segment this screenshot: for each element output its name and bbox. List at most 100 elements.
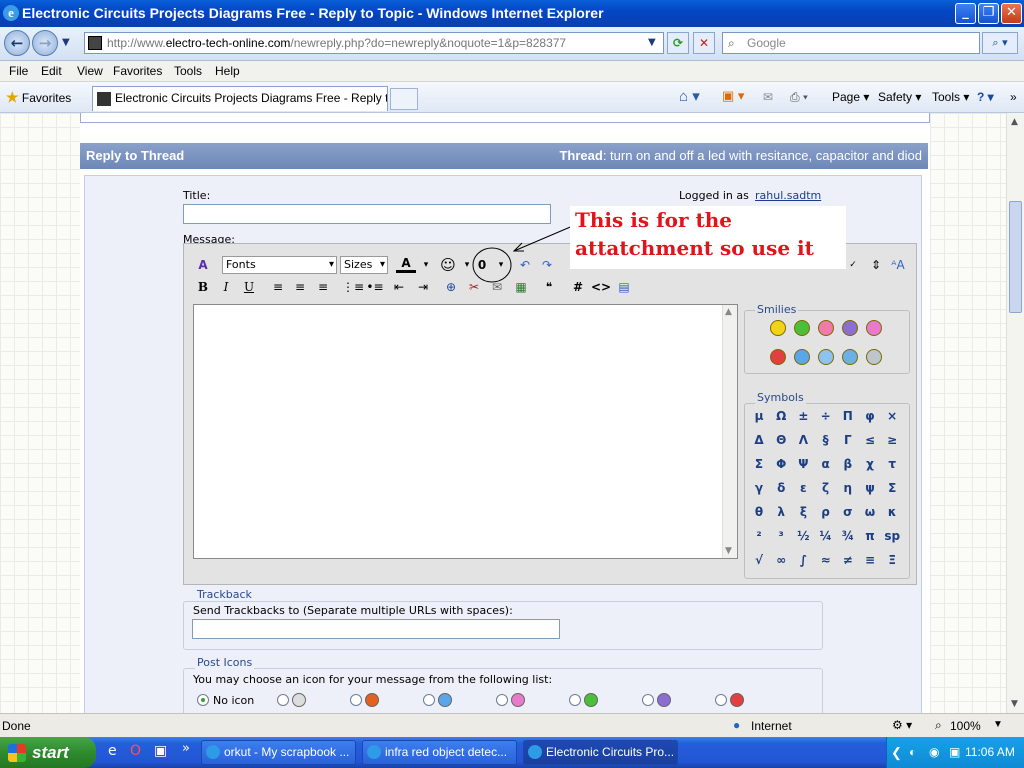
menu-favorites[interactable]: Favorites [113,64,162,78]
symbol-button[interactable]: ≈ [816,553,836,567]
menu-help[interactable]: Help [215,64,240,78]
smiley-icon[interactable] [770,320,786,336]
smiley-icon[interactable] [842,349,858,365]
text-color-dropdown-icon[interactable]: ▾ [416,255,436,275]
insert-html-icon[interactable]: <> [591,277,611,297]
scroll-up-icon[interactable]: ▲ [725,307,732,317]
symbol-button[interactable]: φ [860,409,880,423]
feeds-icon[interactable]: ▣ ▾ [722,88,744,104]
page-scroll-down-icon[interactable]: ▼ [1011,699,1018,709]
username-link[interactable]: rahul.sadtm [755,189,821,202]
symbol-button[interactable]: Ξ [882,553,902,567]
post-icon-radio[interactable] [496,694,508,706]
symbol-button[interactable]: ÷ [816,409,836,423]
symbol-button[interactable]: ≡ [860,553,880,567]
symbol-button[interactable]: τ [882,457,902,471]
align-center-icon[interactable]: ≡ [290,277,310,297]
page-scroll-thumb[interactable] [1009,201,1022,313]
url-input[interactable]: http://www.electro-tech-online.com/newre… [84,32,664,54]
message-textarea[interactable] [193,304,738,559]
symbol-button[interactable]: Ψ [793,457,813,471]
align-left-icon[interactable]: ≡ [268,277,288,297]
symbol-button[interactable]: ω [860,505,880,519]
tray-collapse-icon[interactable]: ❮ [891,737,902,768]
symbol-button[interactable]: sp [882,529,902,543]
task-electronic-circuits[interactable]: Electronic Circuits Pro... [523,740,678,765]
symbol-button[interactable]: α [816,457,836,471]
browser-tab[interactable]: Electronic Circuits Projects Diagrams Fr… [92,86,388,111]
post-icon-radio[interactable] [277,694,289,706]
symbol-button[interactable]: ½ [793,529,813,543]
page-scrollbar[interactable]: ▲ ▼ [1006,113,1024,713]
symbol-button[interactable]: λ [771,505,791,519]
smiley-insert-icon[interactable]: ☺ [438,255,458,275]
symbol-button[interactable]: ± [793,409,813,423]
symbol-button[interactable]: η [838,481,858,495]
symbol-button[interactable]: Ω [771,409,791,423]
symbol-button[interactable]: σ [838,505,858,519]
symbol-button[interactable]: ξ [793,505,813,519]
message-scrollbar[interactable]: ▲ ▼ [722,305,737,558]
symbol-button[interactable]: Λ [793,433,813,447]
symbol-button[interactable]: ∫ [793,553,813,567]
symbol-button[interactable]: κ [882,505,902,519]
chevron-more-icon[interactable]: » [1010,90,1017,104]
symbol-button[interactable]: Γ [838,433,858,447]
symbol-button[interactable]: ψ [860,481,880,495]
symbol-button[interactable]: √ [749,553,769,567]
history-dropdown-icon[interactable]: ▼ [62,37,70,48]
task-orkut[interactable]: orkut - My scrapbook ... [201,740,356,765]
symbol-button[interactable]: β [838,457,858,471]
smiley-icon[interactable] [794,349,810,365]
bold-icon[interactable]: B [193,277,213,297]
new-tab-button[interactable] [390,88,418,110]
symbol-button[interactable]: ≤ [860,433,880,447]
clock[interactable]: 11:06 AM [965,737,1015,768]
ordered-list-icon[interactable]: ⋮≡ [342,277,364,297]
symbol-button[interactable]: × [882,409,902,423]
help-menu[interactable]: ? ▾ [977,90,994,104]
symbol-button[interactable]: ¼ [816,529,836,543]
underline-icon[interactable]: U [239,277,259,297]
search-go-button[interactable]: ⌕ ▾ [982,32,1018,54]
zoom-level[interactable]: 100% [950,719,981,733]
mail-icon[interactable]: ✉ [763,90,773,104]
outdent-icon[interactable]: ⇤ [389,277,409,297]
symbol-button[interactable]: θ [749,505,769,519]
no-icon-radio[interactable] [197,694,209,706]
smiley-icon[interactable] [866,349,882,365]
protected-mode-icon[interactable]: ⚙ ▾ [892,718,912,732]
tray-volume-icon[interactable]: ◐ [909,737,916,768]
favorites-button[interactable]: ★ Favorites [6,89,71,106]
symbol-button[interactable]: π [860,529,880,543]
maximize-button[interactable]: ❐ [978,3,999,24]
symbol-button[interactable]: δ [771,481,791,495]
font-select[interactable]: Fonts [222,256,337,274]
post-icon-radio[interactable] [569,694,581,706]
quicklaunch-ie-icon[interactable]: e [108,743,117,759]
text-color-icon[interactable]: A [396,253,416,273]
symbol-button[interactable]: ρ [816,505,836,519]
post-icon-radio[interactable] [642,694,654,706]
switch-mode-icon[interactable]: A [193,255,213,275]
back-button[interactable]: ← [4,30,30,56]
symbol-button[interactable]: Σ [749,457,769,471]
page-menu[interactable]: Page ▾ [832,90,869,104]
post-icon-radio[interactable] [715,694,727,706]
refresh-button[interactable]: ⟳ [667,32,689,54]
menu-view[interactable]: View [77,64,103,78]
symbol-button[interactable]: ¾ [838,529,858,543]
post-icon-radio[interactable] [423,694,435,706]
smiley-icon[interactable] [818,349,834,365]
symbol-button[interactable]: χ [860,457,880,471]
insert-link-icon[interactable]: ⊕ [441,277,461,297]
spellcheck-icon[interactable]: ✓ [843,255,863,275]
symbol-button[interactable]: Δ [749,433,769,447]
zoom-dropdown-icon[interactable]: ▼ [993,719,1003,730]
menu-file[interactable]: File [9,64,28,78]
symbol-button[interactable]: ∞ [771,553,791,567]
window-title-bar[interactable]: e Electronic Circuits Projects Diagrams … [0,0,1024,27]
start-button[interactable]: start [0,737,96,768]
page-scroll-up-icon[interactable]: ▲ [1011,117,1018,127]
forward-button[interactable]: → [32,30,58,56]
